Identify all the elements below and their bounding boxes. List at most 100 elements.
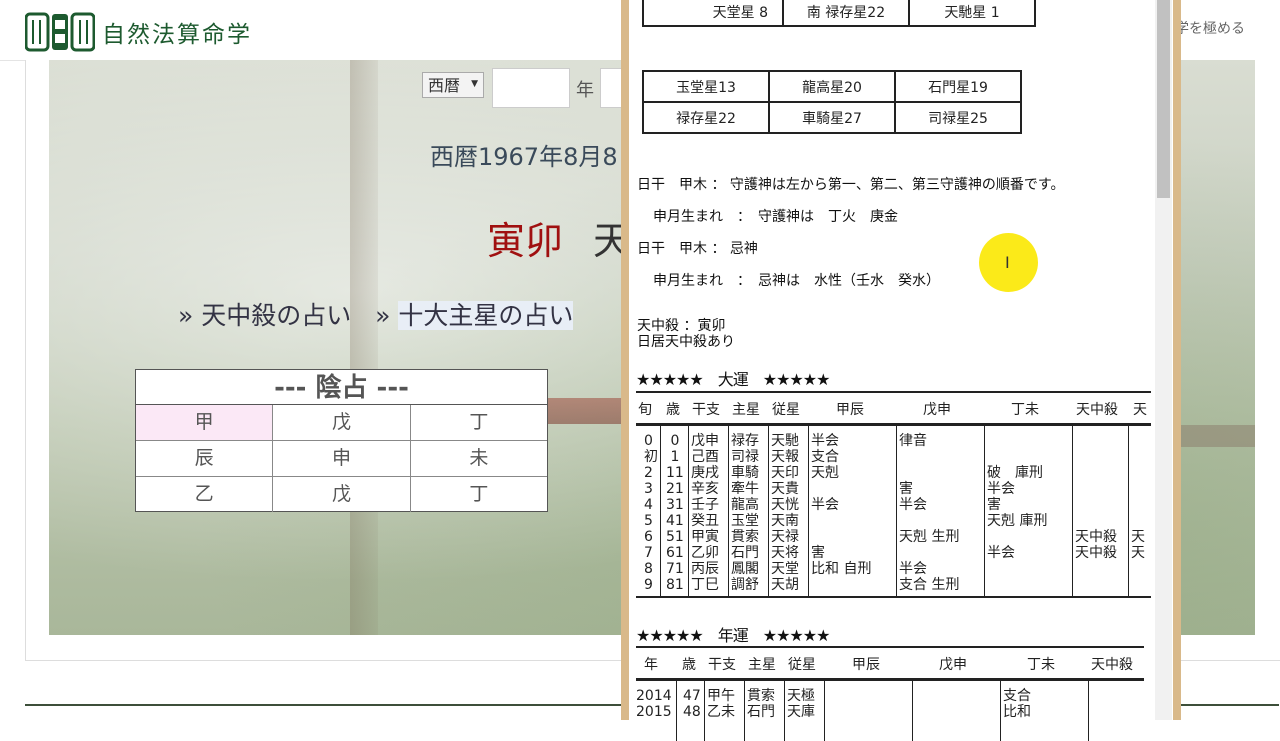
background-railing bbox=[1180, 425, 1255, 447]
column-header: 干支 bbox=[692, 402, 720, 418]
column-header: 丁未 bbox=[1011, 402, 1039, 418]
table-cell: 龍高星20 bbox=[768, 70, 896, 103]
column-header: 干支 bbox=[708, 657, 736, 673]
taiun-sub-star-col: 天馳 天報 天印 天貴 天恍 天南 天禄 天将 天堂 天胡 bbox=[771, 433, 799, 593]
column-divider bbox=[704, 681, 705, 741]
site-logo-text[interactable]: 自然法算命学 bbox=[102, 15, 252, 49]
column-header: 歳 bbox=[666, 402, 680, 418]
yosen-table: 玉堂星13 龍高星20 石門星19 禄存星22 車騎星27 司禄星25 bbox=[642, 70, 1022, 134]
jyudai-shusei-link[interactable]: 十大主星の占い bbox=[398, 301, 574, 330]
column-divider bbox=[768, 426, 769, 596]
column-header: 天中殺 bbox=[1076, 402, 1118, 418]
inzen-cell: 辰 bbox=[136, 441, 274, 476]
background-tree-trunk bbox=[350, 60, 378, 635]
nenun-table: 2014 2015 47 48 甲午 乙未 貫索 石門 天極 天庫 支合 比和 bbox=[636, 679, 1144, 741]
table-cell: 天馳星 1 bbox=[908, 0, 1036, 27]
nenun-kanshi-col: 甲午 乙未 bbox=[707, 688, 735, 720]
popup-scrollbar-thumb[interactable] bbox=[1157, 0, 1170, 198]
tenchusatsu-red-text: 寅卯 bbox=[487, 219, 564, 263]
taiun-hinotohitsuji-col: 破 庫刑 半会 害 天剋 庫刑 半会 bbox=[987, 465, 1048, 561]
table-row: 天堂星 8 南 禄存星22 天馳星 1 bbox=[642, 0, 1036, 27]
taiun-jun-col: 0 初 2 3 4 5 6 7 8 9 bbox=[644, 433, 658, 593]
column-divider bbox=[728, 426, 729, 596]
table-cell: 石門星19 bbox=[894, 70, 1022, 103]
column-header: 天中殺 bbox=[1091, 657, 1133, 673]
column-divider bbox=[676, 681, 677, 741]
taiun-kinoetatsu-col: 半会 支合 天剋 半会 害 比和 自刑 bbox=[811, 433, 872, 577]
inzen-row: 乙 戊 丁 bbox=[136, 477, 547, 512]
inzen-row: 甲 戊 丁 bbox=[136, 405, 547, 441]
column-divider bbox=[808, 426, 809, 596]
column-header: 丁未 bbox=[1027, 657, 1055, 673]
nichikyo-line: 日居天中殺あり bbox=[637, 334, 735, 350]
column-divider bbox=[984, 426, 985, 596]
logo-icon[interactable] bbox=[25, 12, 95, 52]
table-row: 玉堂星13 龍高星20 石門星19 bbox=[642, 70, 1022, 103]
tenchusatsu-link[interactable]: » 天中殺の占い bbox=[178, 301, 351, 330]
column-header: 従星 bbox=[788, 657, 816, 673]
column-header: 戊申 bbox=[923, 402, 951, 418]
inzen-title: --- 陰占 --- bbox=[136, 370, 547, 405]
taiun-age-col: 0 1 11 21 31 41 51 61 71 81 bbox=[666, 433, 684, 593]
year-label: 年 bbox=[576, 80, 594, 101]
table-cell: 南 禄存星22 bbox=[782, 0, 910, 27]
nenun-age-col: 47 48 bbox=[683, 688, 701, 720]
guardian-line: 日干 甲木 ： 守護神は左から第一、第二、第三守護神の順番です。 bbox=[637, 177, 1065, 193]
year-input[interactable] bbox=[492, 68, 570, 108]
inzen-cell: 丁 bbox=[469, 411, 489, 433]
inzen-cell: 丁 bbox=[469, 483, 489, 505]
chevron-down-icon: ▼ bbox=[471, 79, 478, 89]
column-divider bbox=[660, 426, 661, 596]
column-divider bbox=[1000, 681, 1001, 741]
inzen-table: --- 陰占 --- 甲 戊 丁 辰 申 未 乙 戊 丁 bbox=[135, 369, 548, 512]
table-cell: 車騎星27 bbox=[768, 101, 896, 134]
inzen-cell: 申 bbox=[273, 441, 411, 476]
text-cursor-icon: I bbox=[1005, 253, 1010, 272]
table-cell: 禄存星22 bbox=[642, 101, 770, 134]
imi-line: 日干 甲木 ： 忌神 bbox=[637, 241, 758, 257]
column-header: 主星 bbox=[748, 657, 776, 673]
column-divider bbox=[784, 681, 785, 741]
inzen-cell: 乙 bbox=[136, 477, 274, 512]
tenchusatsu-line: 天中殺 ：寅卯 bbox=[637, 318, 726, 334]
column-header: 天 bbox=[1133, 402, 1147, 418]
table-cell: 玉堂星13 bbox=[642, 70, 770, 103]
column-header: 従星 bbox=[772, 402, 800, 418]
column-header: 主星 bbox=[732, 402, 760, 418]
link-arrow: » bbox=[375, 301, 399, 330]
imi-detail: 申月生まれ ： 忌神は 水性（壬水 癸水） bbox=[653, 273, 940, 289]
header-nav-text[interactable]: 学を極める bbox=[1175, 18, 1245, 38]
column-header: 甲辰 bbox=[852, 657, 880, 673]
nenun-sub-star-col: 天極 天庫 bbox=[787, 688, 815, 720]
column-divider bbox=[912, 681, 913, 741]
column-header: 歳 bbox=[682, 657, 696, 673]
nenun-main-star-col: 貫索 石門 bbox=[747, 688, 775, 720]
yosen-table-top: 天堂星 8 南 禄存星22 天馳星 1 bbox=[642, 0, 1036, 27]
column-divider bbox=[1072, 426, 1073, 596]
table-row: 禄存星22 車騎星27 司禄星25 bbox=[642, 101, 1022, 134]
column-divider bbox=[896, 426, 897, 596]
column-header: 戊申 bbox=[939, 657, 967, 673]
inzen-row: 辰 申 未 bbox=[136, 441, 547, 477]
nenun-hinotohitsuji-col: 支合 比和 bbox=[1003, 688, 1031, 720]
taiun-table: 0 初 2 3 4 5 6 7 8 9 0 1 11 21 31 41 51 6… bbox=[636, 424, 1151, 598]
inzen-cell: 戊 bbox=[273, 477, 411, 512]
column-divider bbox=[744, 681, 745, 741]
inzen-cell: 甲 bbox=[136, 405, 274, 440]
nenun-heading: ★★★★★ 年運 ★★★★★ bbox=[636, 626, 830, 645]
column-header: 旬 bbox=[638, 402, 652, 418]
column-divider bbox=[688, 426, 689, 596]
background-bridge bbox=[548, 398, 628, 424]
fortune-links: » 天中殺の占い » 十大主星の占い bbox=[178, 296, 574, 332]
taiun-heading: ★★★★★ 大運 ★★★★★ bbox=[636, 370, 830, 389]
taiun-extra-col: 天 天 bbox=[1131, 529, 1145, 561]
birth-date-line: 西暦1967年8月8 bbox=[430, 143, 618, 171]
inzen-cell: 未 bbox=[469, 447, 489, 469]
column-divider bbox=[1088, 681, 1089, 741]
column-divider bbox=[1128, 426, 1129, 596]
table-cell: 司禄星25 bbox=[894, 101, 1022, 134]
nenun-header-row: 年 歳 干支 主星 従星 甲辰 戊申 丁未 天中殺 bbox=[636, 646, 1144, 680]
taiun-main-star-col: 禄存 司禄 車騎 牽牛 龍高 玉堂 貫索 石門 鳳閣 調舒 bbox=[731, 433, 759, 593]
era-select[interactable]: 西暦 ▼ bbox=[422, 72, 484, 98]
taiun-tsuchinoesaru-col: 律音 害 半会 天剋 生刑 半会 支合 生刑 bbox=[899, 433, 960, 593]
